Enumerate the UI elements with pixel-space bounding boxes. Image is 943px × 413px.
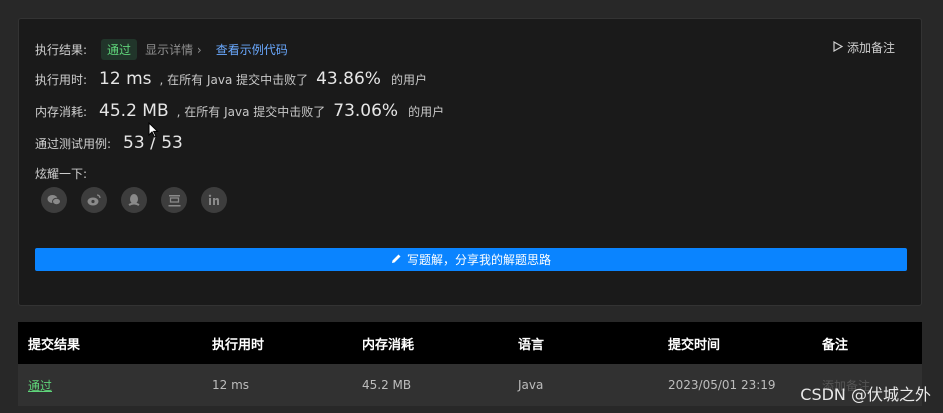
row-language: Java bbox=[508, 364, 658, 406]
view-example-code-link[interactable]: 查看示例代码 bbox=[216, 41, 288, 58]
header-memory: 内存消耗 bbox=[352, 322, 508, 364]
runtime-label: 执行用时: bbox=[35, 73, 88, 87]
runtime-value: 12 ms bbox=[99, 69, 152, 89]
linkedin-icon[interactable] bbox=[201, 187, 227, 213]
qq-icon[interactable] bbox=[121, 187, 147, 213]
row-status-link[interactable]: 通过 bbox=[28, 379, 52, 393]
memory-value: 45.2 MB bbox=[99, 101, 169, 121]
header-note: 备注 bbox=[812, 322, 922, 364]
result-row: 执行结果: 通过 显示详情 › 查看示例代码 bbox=[35, 39, 288, 60]
row-memory: 45.2 MB bbox=[352, 364, 508, 406]
runtime-row: 执行用时: 12 ms , 在所有 Java 提交中击败了 43.86% 的用户 bbox=[35, 69, 427, 89]
submissions-table: 提交结果 执行用时 内存消耗 语言 提交时间 备注 通过 12 ms 45.2 … bbox=[18, 322, 922, 406]
flag-icon bbox=[833, 40, 844, 55]
header-language: 语言 bbox=[508, 322, 658, 364]
result-label: 执行结果: bbox=[35, 43, 88, 57]
memory-row: 内存消耗: 45.2 MB , 在所有 Java 提交中击败了 73.06% 的… bbox=[35, 101, 444, 121]
row-submit-time: 2023/05/01 23:19 bbox=[658, 364, 812, 406]
header-result: 提交结果 bbox=[18, 322, 202, 364]
row-runtime: 12 ms bbox=[202, 364, 352, 406]
mouse-cursor-icon bbox=[148, 121, 159, 142]
share-row: 炫耀一下: bbox=[35, 165, 87, 182]
show-details-link[interactable]: 显示详情 › bbox=[145, 41, 202, 58]
memory-percent: 73.06% bbox=[333, 101, 399, 121]
runtime-percent: 43.86% bbox=[316, 69, 381, 89]
memory-label: 内存消耗: bbox=[35, 105, 88, 119]
header-runtime: 执行用时 bbox=[202, 322, 352, 364]
weibo-icon[interactable] bbox=[81, 187, 107, 213]
header-submit-time: 提交时间 bbox=[658, 322, 812, 364]
douban-icon[interactable] bbox=[161, 187, 187, 213]
table-header-row: 提交结果 执行用时 内存消耗 语言 提交时间 备注 bbox=[18, 322, 922, 364]
runtime-text: , 在所有 Java 提交中击败了 bbox=[159, 73, 309, 87]
pencil-icon bbox=[391, 253, 402, 267]
add-note-button[interactable]: 添加备注 bbox=[833, 39, 895, 56]
write-solution-label: 写题解，分享我的解题思路 bbox=[406, 253, 551, 267]
share-label: 炫耀一下: bbox=[35, 167, 88, 181]
watermark: CSDN @伏城之外 bbox=[800, 385, 931, 404]
add-note-label: 添加备注 bbox=[846, 41, 895, 55]
submission-result-panel: 执行结果: 通过 显示详情 › 查看示例代码 添加备注 执行用时: 12 ms … bbox=[18, 18, 922, 306]
row-status[interactable]: 通过 bbox=[18, 364, 202, 406]
write-solution-button[interactable]: 写题解，分享我的解题思路 bbox=[35, 248, 907, 271]
share-icons bbox=[41, 187, 227, 213]
runtime-suffix: 的用户 bbox=[390, 73, 427, 87]
memory-suffix: 的用户 bbox=[408, 105, 445, 119]
table-row[interactable]: 通过 12 ms 45.2 MB Java 2023/05/01 23:19 添… bbox=[18, 364, 922, 406]
status-badge: 通过 bbox=[101, 39, 138, 60]
tests-row: 通过测试用例: 53 / 53 bbox=[35, 133, 183, 153]
tests-label: 通过测试用例: bbox=[35, 137, 112, 151]
memory-text: , 在所有 Java 提交中击败了 bbox=[176, 105, 326, 119]
wechat-icon[interactable] bbox=[41, 187, 67, 213]
